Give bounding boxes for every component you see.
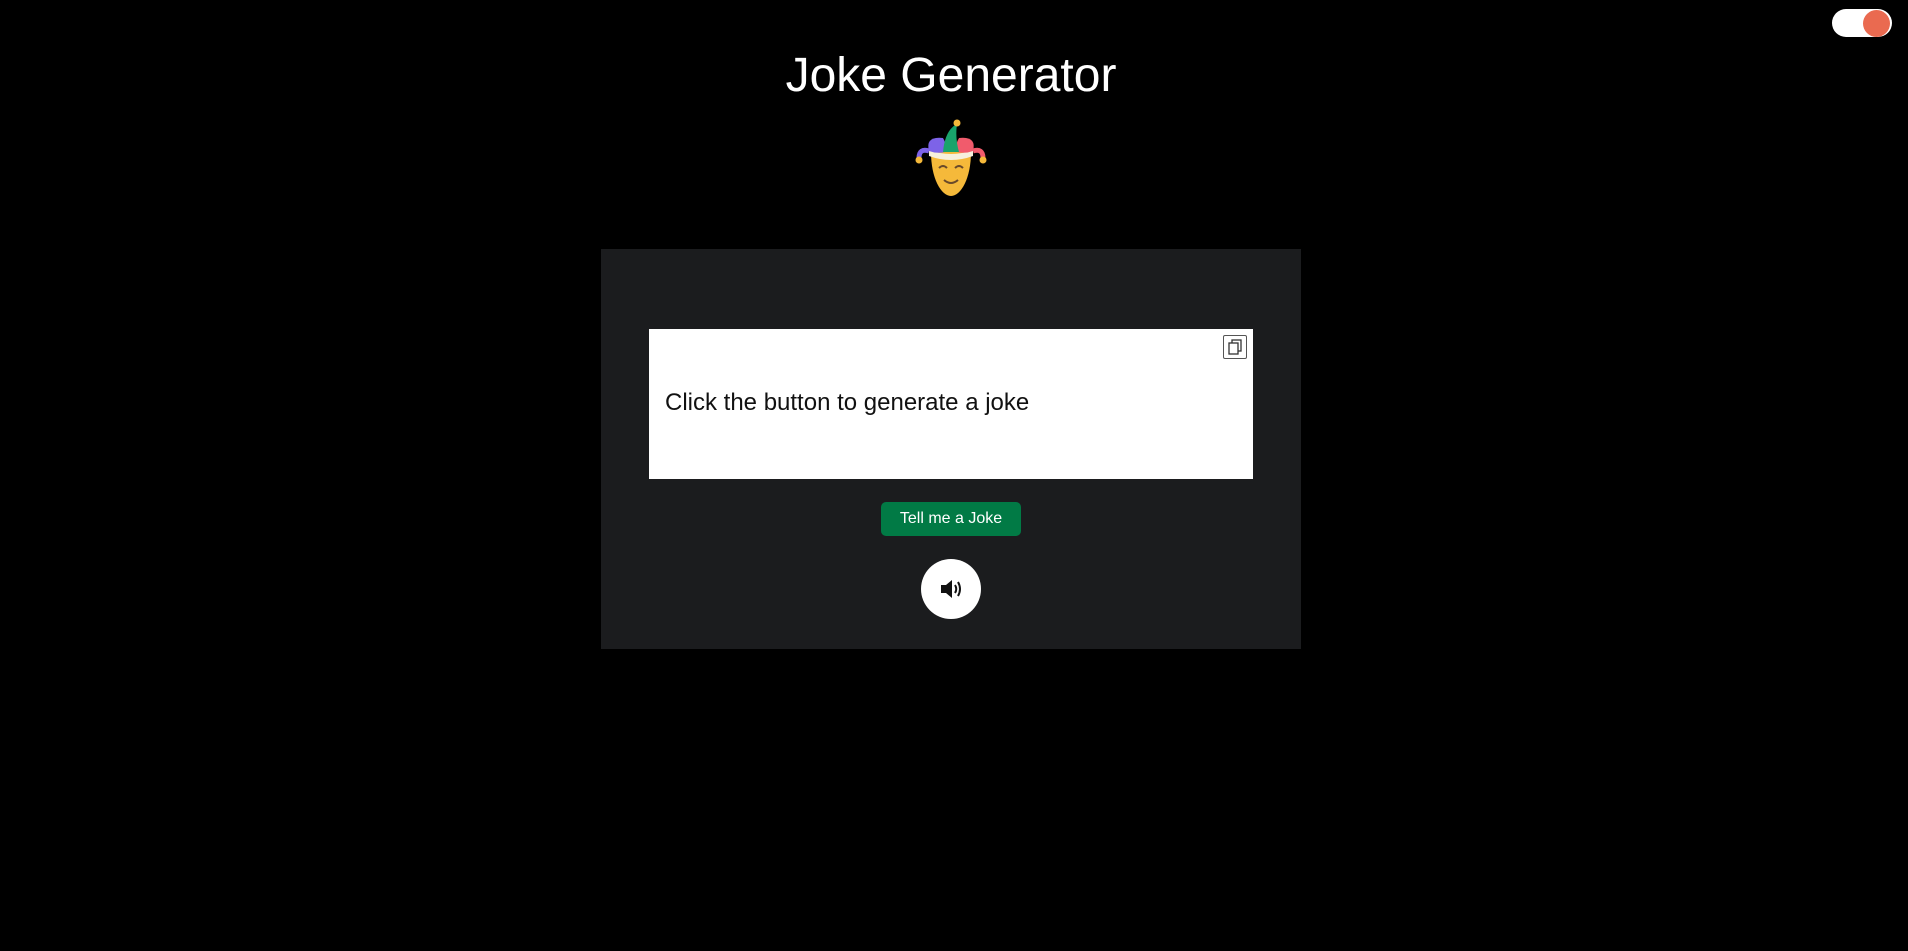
theme-toggle[interactable] (1832, 9, 1892, 37)
joke-card: Click the button to generate a joke Tell… (601, 249, 1301, 649)
copy-button[interactable] (1223, 335, 1247, 359)
copy-icon (1228, 339, 1242, 355)
page-title: Joke Generator (785, 49, 1117, 102)
page: Joke Generator Click the button to gener… (0, 0, 1908, 951)
speak-button[interactable] (921, 559, 981, 619)
joke-display: Click the button to generate a joke (649, 329, 1253, 479)
speaker-icon (941, 580, 961, 598)
jester-mask-icon (915, 118, 987, 198)
tell-joke-button[interactable]: Tell me a Joke (881, 502, 1021, 536)
joke-text: Click the button to generate a joke (665, 389, 1030, 416)
toggle-knob (1863, 10, 1890, 37)
